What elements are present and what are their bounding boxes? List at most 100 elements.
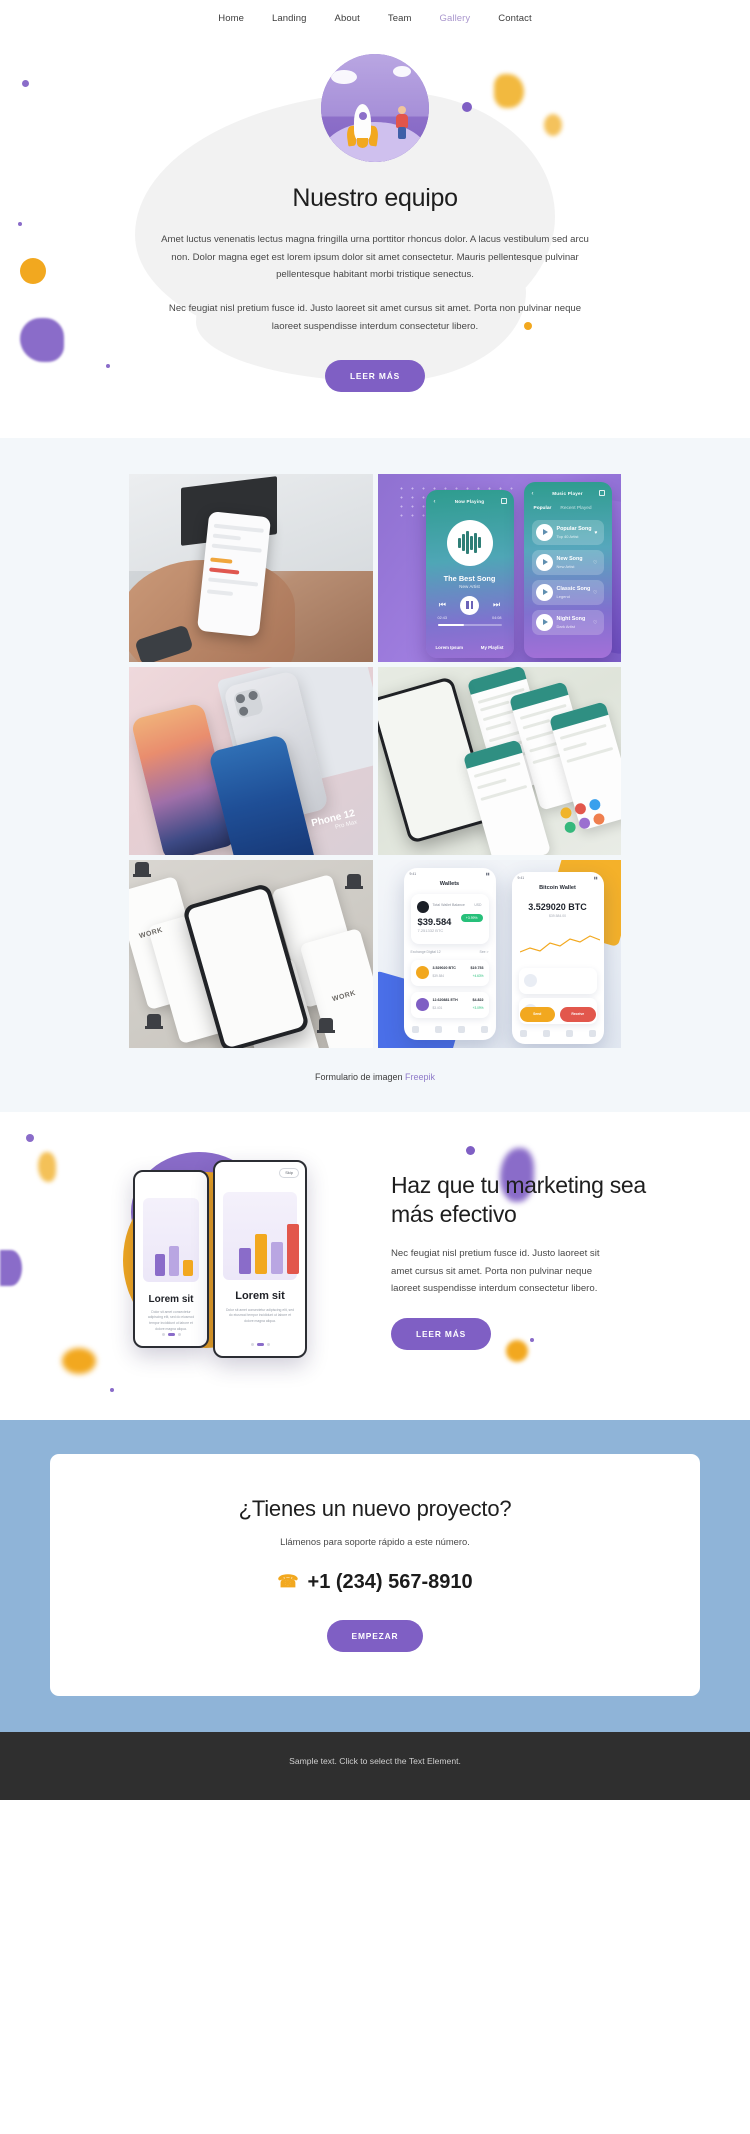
asset-name: 12.620881 ETH [432,997,458,1002]
pause-button [460,595,479,615]
balance-btc: 7.251332 BTC [417,927,444,933]
tab-recent-played: Recent Played [560,505,592,511]
status-icons: ▮▮ [485,871,490,876]
image-credit-text: Formulario de imagen [314,1071,403,1082]
cta-subtitle: Llámenos para soporte rápido a este núme… [280,1535,470,1547]
balance-amount: $39.584 [417,915,452,927]
playlist-title: Popular Song [556,525,592,532]
hero-read-more-button[interactable]: LEER MÁS [324,359,426,392]
cta-title: ¿Tienes un nuevo proyecto? [238,1495,512,1521]
status-time: 9:41 [409,871,417,876]
history-row [518,967,597,994]
nav-item-gallery[interactable]: Gallery [439,13,470,24]
footer-left-label: Lorem Ipsum [435,644,464,650]
landing-page: Home Landing About Team Gallery Contact [0,0,750,1800]
nav-item-home[interactable]: Home [218,13,244,24]
list-icon-2 [598,489,605,496]
nav-item-contact[interactable]: Contact [498,13,531,24]
deco-dot-purple-8 [110,1387,114,1392]
freepik-link[interactable]: Freepik [405,1072,435,1082]
wallets-header: Wallets [439,880,460,887]
skip-button[interactable]: Skip [279,1167,299,1178]
bitcoin-icon [416,900,429,913]
receive-button: Receive [560,1006,596,1022]
asset-delta: +4.63% [472,973,484,978]
marketing-section: Lorem sit Dolor sit amet consectetur adi… [0,1111,750,1420]
cta-phone-number[interactable]: +1 (234) 567-8910 [308,1571,473,1594]
gallery-tile-furniture-app-screens-photo[interactable]: WORK WORK [129,859,373,1048]
status-icons-2: ▮▮ [593,875,598,880]
deco-blob-orange-mk2 [62,1347,96,1374]
device-label: Phone 12 Pro Max [310,808,358,832]
next-track-icon: ⏭ [493,600,501,610]
currency-unit: USD [474,902,482,907]
playlist-subtitle: Legend [556,593,570,599]
song-artist: New Artist [459,583,480,589]
nav-item-landing[interactable]: Landing [272,13,307,24]
play-icon [535,613,553,631]
playlist-row: New Song New Artist ♡ [531,549,604,575]
wallets-screen: 9:41 ▮▮ Wallets Total Wallet Balance USD … [403,867,496,1040]
gallery-section: ‹ Now Playing The Best Song New Artist ⏮… [0,437,750,1112]
asset-sub: $3.401 [432,1005,443,1010]
bitcoin-wallet-header: Bitcoin Wallet [539,884,576,891]
playlist-title: Night Song [556,615,586,622]
list-icon [500,497,507,504]
cta-card: ¿Tienes un nuevo proyecto? Llámenos para… [50,1453,700,1696]
nav-item-team[interactable]: Team [388,13,412,24]
gallery-tile-phones-on-pink-photo[interactable]: Phone 12 Pro Max [129,666,373,855]
asset-row: 12.620881 ETH $3.401 $4.822 +3.09% [410,991,489,1018]
play-icon [535,523,553,541]
section-action: See > [479,949,489,954]
asset-delta: +3.09% [472,1005,484,1010]
marketing-read-more-button[interactable]: LEER MÁS [391,1318,492,1351]
previous-track-icon: ⏮ [438,600,446,610]
gallery-tile-chat-app-screens-photo[interactable] [377,666,621,855]
cta-phone-number-row: ☎ +1 (234) 567-8910 [70,1571,680,1594]
bottom-tab-bar-2 [512,1027,604,1041]
heart-outline-icon: ♡ [593,559,598,566]
footer-right-label: My Playlist [480,644,504,650]
cta-section: ¿Tienes un nuevo proyecto? Llámenos para… [0,1419,750,1732]
rocket-launch-illustration [321,54,429,162]
hero-paragraph-2: Nec feugiat nisl pretium fusce id. Justo… [168,303,582,332]
music-player-now-playing-screen: ‹ Now Playing The Best Song New Artist ⏮… [425,489,514,658]
time-total: 04:08 [491,615,502,620]
asset-value: $19.753 [470,965,484,970]
bottom-tab-bar [404,1023,496,1037]
play-icon [535,583,553,601]
onboarding-title-1: Lorem sit [148,1293,194,1305]
btc-balance: 3.529020 BTC [528,901,587,912]
bitcoin-wallet-screen: 9:41 ▮▮ Bitcoin Wallet 3.529020 BTC $39.5… [511,871,604,1044]
gallery-tile-crypto-wallet-app-mockup[interactable]: 9:41 ▮▮ Wallets Total Wallet Balance USD … [377,859,621,1048]
deco-blob-orange-mk1 [38,1151,56,1182]
phone-icon: ☎ [277,1572,299,1592]
hero-paragraph-1: Amet luctus venenatis lectus magna fring… [161,234,589,281]
onboarding-screen-1: Lorem sit Dolor sit amet consectetur adi… [133,1169,209,1348]
page-title: Nuestro equipo [292,184,458,212]
gallery-tile-music-player-app-mockup[interactable]: ‹ Now Playing The Best Song New Artist ⏮… [377,473,621,662]
asset-value: $4.822 [472,997,484,1002]
nav-item-about[interactable]: About [335,13,360,24]
gallery-tile-hand-holding-phone-photo[interactable] [129,473,373,662]
status-time-2: 9:41 [517,875,525,880]
cta-start-button[interactable]: EMPEZAR [326,1619,424,1652]
send-button: Send [519,1006,555,1022]
playlist-row: Popular Song Top 40 Artist ♥ [531,519,604,545]
gallery-grid: ‹ Now Playing The Best Song New Artist ⏮… [129,473,621,1048]
time-elapsed: 02:43 [437,615,448,620]
footer-text[interactable]: Sample text. Click to select the Text El… [0,1756,750,1766]
asset-sub: $39.584 [432,973,445,978]
heart-outline-icon: ♡ [593,589,598,596]
image-credit: Formulario de imagen Freepik [0,1072,750,1082]
coin-icon-eth [415,997,429,1011]
playlist-subtitle: Dark Artist [556,623,575,629]
balance-card: Total Wallet Balance USD $39.584 7.25133… [410,893,489,944]
marketing-phones-illustration: Lorem sit Dolor sit amet consectetur adi… [95,1146,363,1376]
playlist-title: Classic Song [556,585,591,592]
deco-dot-purple-5 [26,1133,34,1142]
heart-outline-icon: ♡ [593,619,598,626]
music-player-list-screen: ‹ Music Player Popular Recent Played Pop… [523,481,612,658]
onboarding-body-1: Dolor sit amet consectetur adipiscing el… [147,1309,195,1332]
marketing-title: Haz que tu marketing sea más efectivo [391,1172,646,1228]
